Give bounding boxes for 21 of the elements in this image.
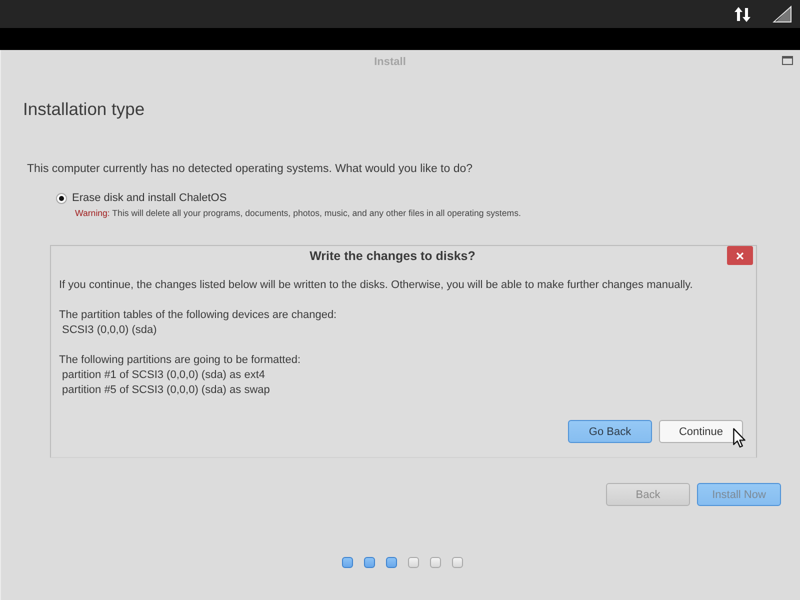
section-heading: The following partitions are going to be formatted: <box>59 353 302 368</box>
pointer-cursor-icon <box>733 428 746 448</box>
warning-text: Warning: This will delete all your programs, documents, photos, music, and any other files in all operating systems. <box>75 207 522 219</box>
dialog-title: Write the changes to disks? <box>310 248 476 265</box>
change-item: SCSI3 (0,0,0) (sda) <box>61 323 158 338</box>
radio-option[interactable]: Erase disk and install ChaletOS <box>56 190 227 206</box>
dialog-message: If you continue, the changes listed below will be written to the disks. Otherwise, you will be able to make further changes manually. <box>59 278 694 293</box>
section-heading: The partition tables of the following devices are changed: <box>59 308 338 323</box>
continue-button[interactable]: Continue <box>659 420 743 443</box>
up-down-arrows-icon[interactable] <box>734 6 751 22</box>
close-icon <box>736 252 744 260</box>
window-title: Install <box>374 56 406 68</box>
close-button[interactable] <box>727 246 753 265</box>
change-item: partition #5 of SCSI3 (0,0,0) (sda) as swap <box>61 383 271 398</box>
radio-icon[interactable] <box>56 192 67 204</box>
signal-icon[interactable] <box>772 5 792 23</box>
question-text: This computer currently has no detected operating systems. What would you like to do? <box>27 162 474 177</box>
maximize-icon[interactable] <box>782 56 793 65</box>
page-heading: Installation type <box>23 98 146 121</box>
change-item: partition #1 of SCSI3 (0,0,0) (sda) as ext4 <box>61 368 266 383</box>
go-back-button[interactable]: Go Back <box>568 420 652 443</box>
